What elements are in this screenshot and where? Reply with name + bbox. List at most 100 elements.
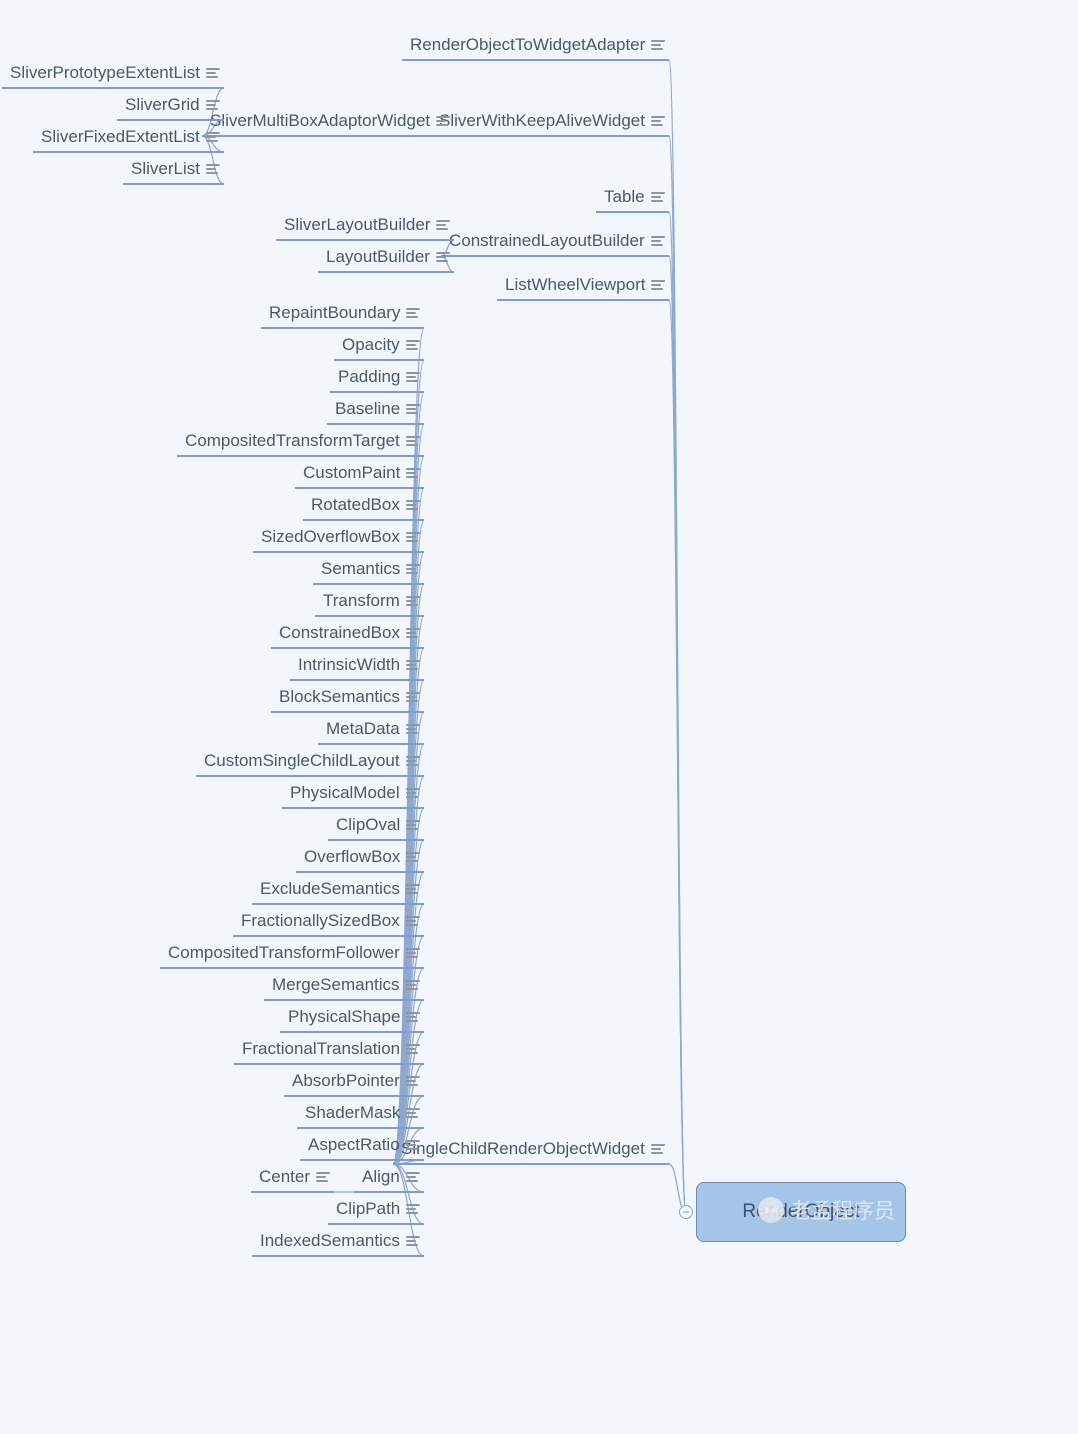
node-ExcludeSemantics-label: ExcludeSemantics (260, 879, 400, 899)
node-SingleChildRenderObjectWidget[interactable]: SingleChildRenderObjectWidget (401, 1139, 665, 1159)
note-icon (406, 372, 420, 382)
node-Opacity[interactable]: Opacity (342, 335, 420, 355)
note-icon (406, 660, 420, 670)
node-SliverGrid[interactable]: SliverGrid (125, 95, 220, 115)
note-icon (206, 100, 220, 110)
node-IntrinsicWidth-label: IntrinsicWidth (298, 655, 400, 675)
note-icon (406, 788, 420, 798)
node-Align[interactable]: Align (362, 1167, 420, 1187)
node-CompositedTransformTarget[interactable]: CompositedTransformTarget (185, 431, 420, 451)
node-SliverMultiBoxAdaptorWidget-label: SliverMultiBoxAdaptorWidget (210, 111, 430, 131)
node-RenderObjectToWidgetAdapter-label: RenderObjectToWidgetAdapter (410, 35, 645, 55)
node-AbsorbPointer[interactable]: AbsorbPointer (292, 1071, 420, 1091)
node-CustomSingleChildLayout[interactable]: CustomSingleChildLayout (204, 751, 420, 771)
node-ExcludeSemantics[interactable]: ExcludeSemantics (260, 879, 420, 899)
node-Center[interactable]: Center (259, 1167, 330, 1187)
node-Center-label: Center (259, 1167, 310, 1187)
node-SliverMultiBoxAdaptorWidget[interactable]: SliverMultiBoxAdaptorWidget (210, 111, 450, 131)
node-ConstrainedBox[interactable]: ConstrainedBox (279, 623, 420, 643)
note-icon (436, 252, 450, 262)
node-ShaderMask[interactable]: ShaderMask (305, 1103, 420, 1123)
node-CustomPaint[interactable]: CustomPaint (303, 463, 420, 483)
node-LayoutBuilder[interactable]: LayoutBuilder (326, 247, 450, 267)
node-LayoutBuilder-label: LayoutBuilder (326, 247, 430, 267)
note-icon (406, 564, 420, 574)
note-icon (651, 236, 665, 246)
note-icon (316, 1172, 330, 1182)
node-OverflowBox[interactable]: OverflowBox (304, 847, 420, 867)
node-PhysicalShape[interactable]: PhysicalShape (288, 1007, 420, 1027)
node-CompositedTransformTarget-label: CompositedTransformTarget (185, 431, 400, 451)
node-FractionallySizedBox[interactable]: FractionallySizedBox (241, 911, 420, 931)
node-RotatedBox[interactable]: RotatedBox (311, 495, 420, 515)
node-RepaintBoundary[interactable]: RepaintBoundary (269, 303, 420, 323)
node-ClipPath-label: ClipPath (336, 1199, 400, 1219)
note-icon (206, 132, 220, 142)
node-FractionalTranslation[interactable]: FractionalTranslation (242, 1039, 420, 1059)
node-Baseline[interactable]: Baseline (335, 399, 420, 419)
node-CompositedTransformFollower-label: CompositedTransformFollower (168, 943, 400, 963)
node-SliverGrid-label: SliverGrid (125, 95, 200, 115)
note-icon (406, 820, 420, 830)
note-icon (406, 692, 420, 702)
watermark-logo-icon (758, 1197, 784, 1223)
node-CustomSingleChildLayout-label: CustomSingleChildLayout (204, 751, 400, 771)
node-PhysicalShape-label: PhysicalShape (288, 1007, 400, 1027)
note-icon (406, 884, 420, 894)
node-FractionalTranslation-label: FractionalTranslation (242, 1039, 400, 1059)
node-SliverList-label: SliverList (131, 159, 200, 179)
node-ClipOval-label: ClipOval (336, 815, 400, 835)
note-icon (406, 532, 420, 542)
node-BlockSemantics[interactable]: BlockSemantics (279, 687, 420, 707)
node-IntrinsicWidth[interactable]: IntrinsicWidth (298, 655, 420, 675)
node-ClipPath[interactable]: ClipPath (336, 1199, 420, 1219)
node-Table[interactable]: Table (604, 187, 665, 207)
note-icon (651, 280, 665, 290)
node-ListWheelViewport[interactable]: ListWheelViewport (505, 275, 665, 295)
node-SliverFixedExtentList[interactable]: SliverFixedExtentList (41, 127, 220, 147)
node-RenderObjectToWidgetAdapter[interactable]: RenderObjectToWidgetAdapter (410, 35, 665, 55)
note-icon (651, 192, 665, 202)
node-ConstrainedBox-label: ConstrainedBox (279, 623, 400, 643)
note-icon (651, 1144, 665, 1154)
node-ConstrainedLayoutBuilder[interactable]: ConstrainedLayoutBuilder (449, 231, 665, 251)
node-ClipOval[interactable]: ClipOval (336, 815, 420, 835)
note-icon (406, 1076, 420, 1086)
note-icon (436, 220, 450, 230)
node-SliverWithKeepAliveWidget[interactable]: SliverWithKeepAliveWidget (439, 111, 665, 131)
node-SliverLayoutBuilder-label: SliverLayoutBuilder (284, 215, 430, 235)
node-IndexedSemantics[interactable]: IndexedSemantics (260, 1231, 420, 1251)
node-AspectRatio-label: AspectRatio (308, 1135, 400, 1155)
note-icon (406, 756, 420, 766)
node-MetaData[interactable]: MetaData (326, 719, 420, 739)
note-icon (406, 436, 420, 446)
node-AspectRatio[interactable]: AspectRatio (308, 1135, 420, 1155)
node-SizedOverflowBox[interactable]: SizedOverflowBox (261, 527, 420, 547)
node-CompositedTransformFollower[interactable]: CompositedTransformFollower (168, 943, 420, 963)
node-SliverList[interactable]: SliverList (131, 159, 220, 179)
collapse-handle[interactable]: − (679, 1205, 693, 1219)
watermark: 老孟程序员 (758, 1195, 895, 1225)
note-icon (406, 948, 420, 958)
node-Padding-label: Padding (338, 367, 400, 387)
node-Semantics[interactable]: Semantics (321, 559, 420, 579)
node-SingleChildRenderObjectWidget-label: SingleChildRenderObjectWidget (401, 1139, 645, 1159)
note-icon (406, 1044, 420, 1054)
node-SliverPrototypeExtentList[interactable]: SliverPrototypeExtentList (10, 63, 220, 83)
node-Transform[interactable]: Transform (323, 591, 420, 611)
node-ConstrainedLayoutBuilder-label: ConstrainedLayoutBuilder (449, 231, 645, 251)
note-icon (406, 628, 420, 638)
node-CustomPaint-label: CustomPaint (303, 463, 400, 483)
node-MetaData-label: MetaData (326, 719, 400, 739)
node-SliverLayoutBuilder[interactable]: SliverLayoutBuilder (284, 215, 450, 235)
note-icon (406, 1012, 420, 1022)
node-RepaintBoundary-label: RepaintBoundary (269, 303, 400, 323)
note-icon (406, 1140, 420, 1150)
node-SizedOverflowBox-label: SizedOverflowBox (261, 527, 400, 547)
note-icon (406, 1108, 420, 1118)
note-icon (406, 724, 420, 734)
node-MergeSemantics[interactable]: MergeSemantics (272, 975, 420, 995)
node-PhysicalModel[interactable]: PhysicalModel (290, 783, 420, 803)
node-Baseline-label: Baseline (335, 399, 400, 419)
node-Padding[interactable]: Padding (338, 367, 420, 387)
